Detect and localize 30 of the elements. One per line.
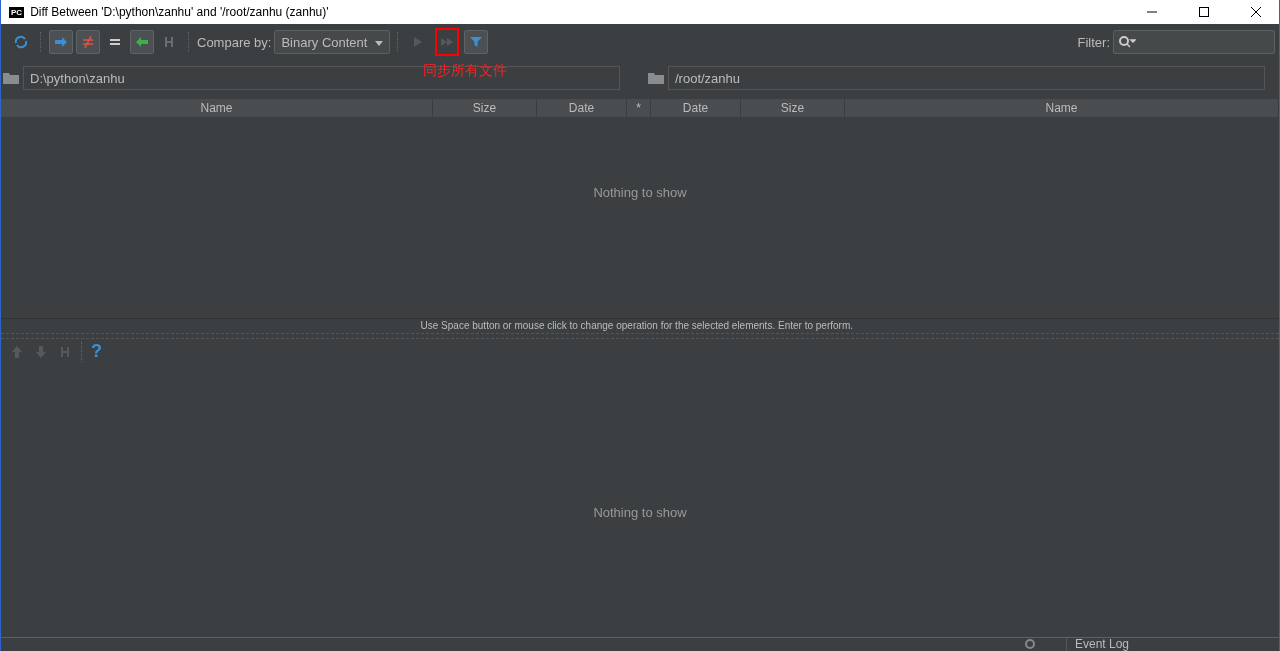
refresh-icon[interactable] [13,34,29,50]
compare-by-label: Compare by: [197,34,272,50]
hint-text: Use Space button or mouse click to change operation for the selected elements. Enter to perform. [1,317,1279,333]
arrow-right-icon[interactable] [49,30,73,54]
close-icon[interactable] [1250,6,1262,18]
column-header[interactable]: Date [651,99,741,117]
column-header[interactable]: * [627,99,651,117]
app-logo: PC [9,6,25,18]
filter-field[interactable] [1113,30,1275,54]
arrow-left-icon[interactable] [130,30,154,54]
column-header[interactable]: Size [741,99,845,117]
compare-dropdown[interactable]: Binary Content [274,30,391,54]
event-log-button[interactable]: Event Log [1065,638,1279,651]
column-header[interactable]: Date [537,99,627,117]
window-title: Diff Between 'D:\python\zanhu' and '/root/zanhu (zanhu)' [30,5,329,19]
column-header[interactable]: Name [1,99,433,117]
arrow-down-icon[interactable] [33,343,49,360]
column-header[interactable]: Size [433,99,537,117]
right-path-field[interactable]: /root/zanhu [668,66,1265,90]
folder-icon [648,72,664,84]
search-icon [1118,35,1136,49]
filter-icon[interactable] [464,30,489,54]
maximize-icon[interactable] [1198,6,1210,18]
folder-icon [3,72,19,84]
empty-message: Nothing to show [593,185,687,202]
help-button[interactable]: ? [87,341,106,362]
caret-icon [375,40,384,46]
column-header[interactable]: Name [845,99,1279,117]
filter-label: Filter: [1077,34,1110,50]
empty-message: Nothing to show [593,504,687,522]
